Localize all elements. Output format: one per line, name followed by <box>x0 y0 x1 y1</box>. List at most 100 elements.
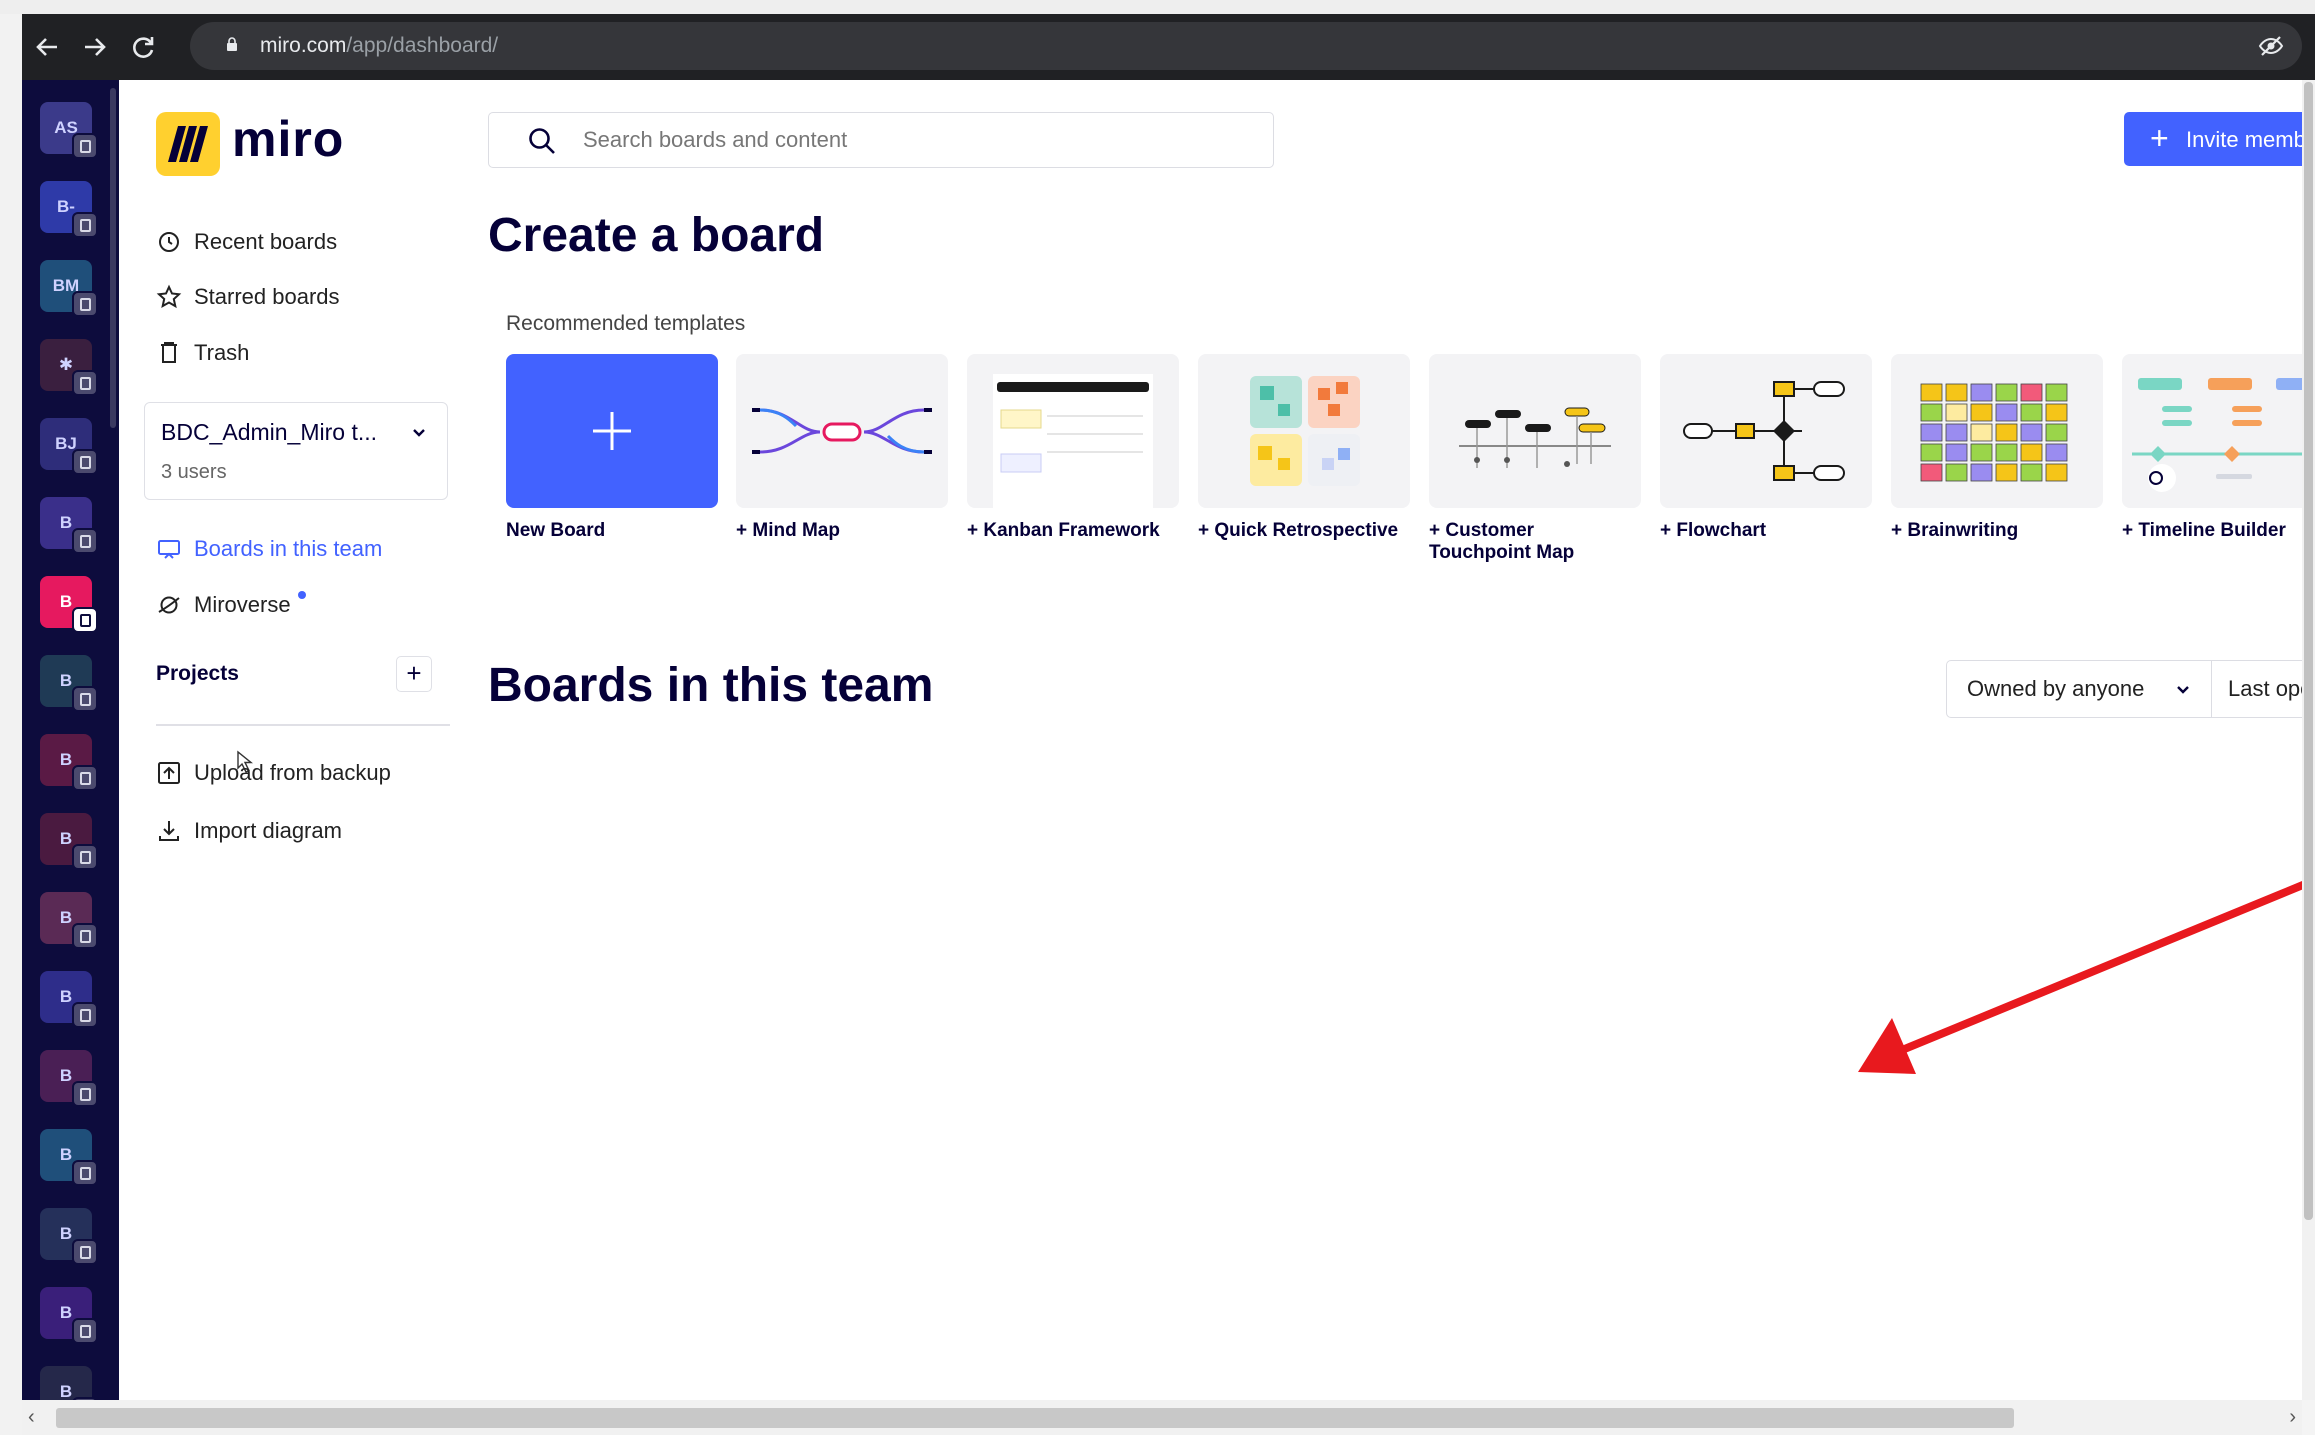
team-avatar[interactable]: B <box>40 1050 98 1107</box>
team-initials: B <box>59 1303 73 1322</box>
new-board-button[interactable] <box>506 354 718 508</box>
template-label[interactable]: + Kanban Framework <box>967 520 1187 542</box>
scroll-right-icon[interactable]: › <box>2289 1406 2296 1429</box>
team-avatar[interactable]: B <box>40 971 98 1028</box>
grid-cell <box>1945 443 1968 462</box>
team-initials: ✱ <box>58 355 74 374</box>
owner-filter-dropdown[interactable]: Owned by anyone <box>1946 660 2212 718</box>
sidebar-item-starred-boards[interactable]: Starred boards <box>156 280 340 314</box>
template-label[interactable]: + Mind Map <box>736 520 956 542</box>
reload-icon <box>133 37 154 58</box>
sidebar-item-upload-backup[interactable]: Upload from backup <box>156 756 391 790</box>
team-avatar[interactable]: B <box>40 734 98 791</box>
grid-cell <box>2045 443 2068 462</box>
grid-cell <box>2020 383 2043 402</box>
grid-cell <box>1945 463 1968 482</box>
planet-icon <box>158 596 180 614</box>
team-badge-icon <box>72 1239 98 1265</box>
template-label[interactable]: + Quick Retrospective <box>1198 520 1418 542</box>
team-avatar[interactable]: B <box>40 1287 98 1344</box>
team-avatar[interactable]: B <box>40 1129 98 1186</box>
recommended-templates-label: Recommended templates <box>506 312 746 335</box>
browser-toolbar: miro.com/app/dashboard/ <box>22 14 2315 80</box>
board-icon <box>158 540 180 559</box>
sidebar-item-boards-in-team[interactable]: Boards in this team <box>156 532 382 566</box>
eye-off-icon[interactable] <box>2258 35 2284 57</box>
owner-filter-label: Owned by anyone <box>1967 676 2145 701</box>
team-initials: B <box>59 829 73 848</box>
template-label[interactable]: + Customer Touchpoint Map <box>1429 520 1641 564</box>
template-quick-retrospective[interactable] <box>1198 354 1410 508</box>
team-initials: B <box>59 513 73 532</box>
sidebar-item-label: Recent boards <box>194 229 338 254</box>
team-avatar[interactable]: ✱ <box>40 339 98 396</box>
sidebar-item-trash[interactable]: Trash <box>156 336 249 370</box>
create-board-title: Create a board <box>488 209 825 262</box>
search-placeholder: Search boards and content <box>583 127 848 152</box>
horizontal-scrollbar-thumb[interactable] <box>56 1408 2014 1428</box>
miro-logo-text[interactable]: miro <box>232 110 344 168</box>
sidebar-item-label: Starred boards <box>194 284 340 309</box>
template-customer-touchpoint-map[interactable] <box>1429 354 1641 508</box>
template-label[interactable]: + Brainwriting <box>1891 520 2111 542</box>
lock-icon <box>227 37 237 51</box>
template-label[interactable]: + Timeline Builder <box>2122 520 2302 542</box>
forward-button[interactable] <box>80 32 110 62</box>
team-badge-icon <box>72 1081 98 1107</box>
template-label[interactable]: New Board <box>506 520 726 542</box>
sidebar-item-miroverse[interactable]: Miroverse <box>156 588 291 622</box>
team-avatar[interactable]: B <box>40 813 98 870</box>
download-icon <box>159 821 179 841</box>
scroll-left-icon[interactable]: ‹ <box>28 1406 35 1429</box>
timeline-thumbnail-icon <box>2132 378 2302 492</box>
screenshot-frame: miro.com/app/dashboard/ AS B- BM ✱ BJ B B B B B B B… <box>0 0 2315 1435</box>
team-initials: B <box>59 671 73 690</box>
grid-cell <box>2020 463 2043 482</box>
template-kanban-framework[interactable] <box>967 354 1179 508</box>
grid-cell <box>2045 463 2068 482</box>
team-selector[interactable]: BDC_Admin_Miro t... 3 users <box>144 402 448 500</box>
template-flowchart[interactable] <box>1660 354 1872 508</box>
team-badge-icon <box>72 449 98 475</box>
team-avatar[interactable]: B- <box>40 181 98 238</box>
projects-heading: Projects <box>156 662 239 685</box>
team-avatar[interactable]: B <box>40 576 98 633</box>
arrow-right-icon <box>85 38 106 56</box>
horizontal-scrollbar[interactable]: ‹ › <box>22 1400 2302 1435</box>
template-label[interactable]: + Flowchart <box>1660 520 1880 542</box>
rail-scrollbar[interactable] <box>110 88 116 428</box>
back-button[interactable] <box>32 32 62 62</box>
template-timeline-builder[interactable] <box>2122 354 2302 508</box>
team-avatar[interactable]: B <box>40 655 98 712</box>
vertical-scrollbar-thumb[interactable] <box>2304 82 2313 1220</box>
grid-cell <box>1995 383 2018 402</box>
miro-logo-icon[interactable] <box>156 112 220 176</box>
team-avatar[interactable]: BJ <box>40 418 98 475</box>
boards-in-team-title: Boards in this team <box>488 659 934 712</box>
url-text: miro.com/app/dashboard/ <box>260 34 498 58</box>
reload-button[interactable] <box>128 32 158 62</box>
grid-cell <box>1920 443 1943 462</box>
team-avatar[interactable]: AS <box>40 102 98 159</box>
template-mind-map[interactable] <box>736 354 948 508</box>
flowchart-thumbnail-icon <box>1683 381 1845 481</box>
invite-members-button[interactable]: + Invite memb <box>2124 112 2302 166</box>
sidebar-item-label: Trash <box>194 340 250 365</box>
sidebar-item-import-diagram[interactable]: Import diagram <box>156 814 342 848</box>
sort-dropdown[interactable]: Last ope <box>2208 660 2302 718</box>
team-avatar[interactable]: B <box>40 497 98 554</box>
address-bar[interactable]: miro.com/app/dashboard/ <box>190 22 2302 70</box>
team-avatar[interactable]: B <box>40 1208 98 1265</box>
template-brainwriting[interactable] <box>1891 354 2103 508</box>
touchpoint-thumbnail-icon <box>1459 407 1611 468</box>
team-avatar[interactable]: B <box>40 1366 98 1400</box>
grid-cell <box>2020 423 2043 442</box>
team-initials: B <box>59 1224 73 1243</box>
sidebar-item-recent-boards[interactable]: Recent boards <box>156 225 337 259</box>
team-avatar[interactable]: B <box>40 892 98 949</box>
add-project-button[interactable]: + <box>396 656 432 692</box>
team-badge-icon <box>72 686 98 712</box>
team-avatar[interactable]: BM <box>40 260 98 317</box>
search-input[interactable]: Search boards and content <box>488 112 1274 168</box>
team-users-count: 3 users <box>161 461 227 483</box>
